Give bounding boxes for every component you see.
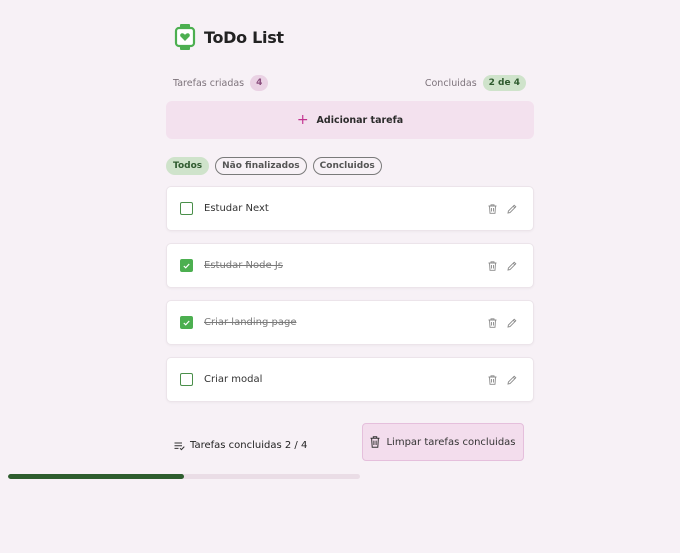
task-stats: Tarefas criadas 4 Concluidas 2 de 4 [173, 74, 526, 92]
clear-completed-button[interactable]: Limpar tarefas concluidas [362, 423, 524, 461]
pencil-icon[interactable] [507, 199, 517, 218]
add-task-label: Adicionar tarefa [316, 114, 404, 126]
completed-summary: Tarefas concluidas 2 / 4 [174, 436, 307, 455]
task-item: Estudar Node Js [166, 243, 534, 288]
completed-summary-text: Tarefas concluidas 2 / 4 [190, 440, 308, 451]
task-item: Criar landing page [166, 300, 534, 345]
task-actions [488, 199, 517, 218]
created-count-badge: 4 [250, 75, 269, 91]
task-actions [488, 256, 517, 275]
filter-unfinished[interactable]: Não finalizados [215, 157, 307, 175]
trash-icon[interactable] [488, 313, 497, 332]
pencil-icon[interactable] [507, 370, 517, 389]
task-checkbox[interactable] [180, 202, 193, 215]
filter-completed[interactable]: Concluidos [312, 157, 382, 175]
task-actions [488, 313, 517, 332]
task-checkbox[interactable] [180, 373, 193, 386]
pencil-icon[interactable] [507, 313, 517, 332]
task-text: Criar modal [204, 374, 263, 385]
footer: Tarefas concluidas 2 / 4 Limpar tarefas … [166, 423, 534, 463]
task-list: Estudar Next Estudar Node Js Criar landi… [166, 186, 534, 414]
trash-icon[interactable] [488, 370, 497, 389]
progress-fill [8, 474, 184, 479]
plus-icon: + [296, 112, 309, 128]
task-checkbox-checked[interactable] [180, 259, 193, 272]
pencil-icon[interactable] [507, 256, 517, 275]
completed-stat: Concluidas 2 de 4 [425, 75, 526, 91]
created-stat: Tarefas criadas 4 [173, 75, 269, 91]
add-task-button[interactable]: + Adicionar tarefa [166, 101, 534, 139]
task-text: Estudar Node Js [204, 260, 283, 271]
task-actions [488, 370, 517, 389]
header: ToDo List [174, 22, 284, 52]
list-check-icon [174, 436, 185, 455]
watch-heart-icon [174, 23, 196, 51]
task-item: Criar modal [166, 357, 534, 402]
app-title: ToDo List [204, 27, 284, 47]
progress-bar [8, 474, 360, 479]
task-text: Criar landing page [204, 317, 297, 328]
completed-label: Concluidas [424, 77, 477, 89]
task-item: Estudar Next [166, 186, 534, 231]
task-checkbox-checked[interactable] [180, 316, 193, 329]
completed-count-badge: 2 de 4 [482, 75, 526, 91]
clear-completed-label: Limpar tarefas concluidas [386, 436, 516, 448]
task-text: Estudar Next [204, 203, 269, 214]
created-label: Tarefas criadas [173, 77, 245, 89]
trash-icon [370, 433, 380, 452]
filter-bar: Todos Não finalizados Concluidos [166, 157, 382, 175]
filter-all[interactable]: Todos [166, 157, 210, 175]
trash-icon[interactable] [488, 256, 497, 275]
trash-icon[interactable] [488, 199, 497, 218]
